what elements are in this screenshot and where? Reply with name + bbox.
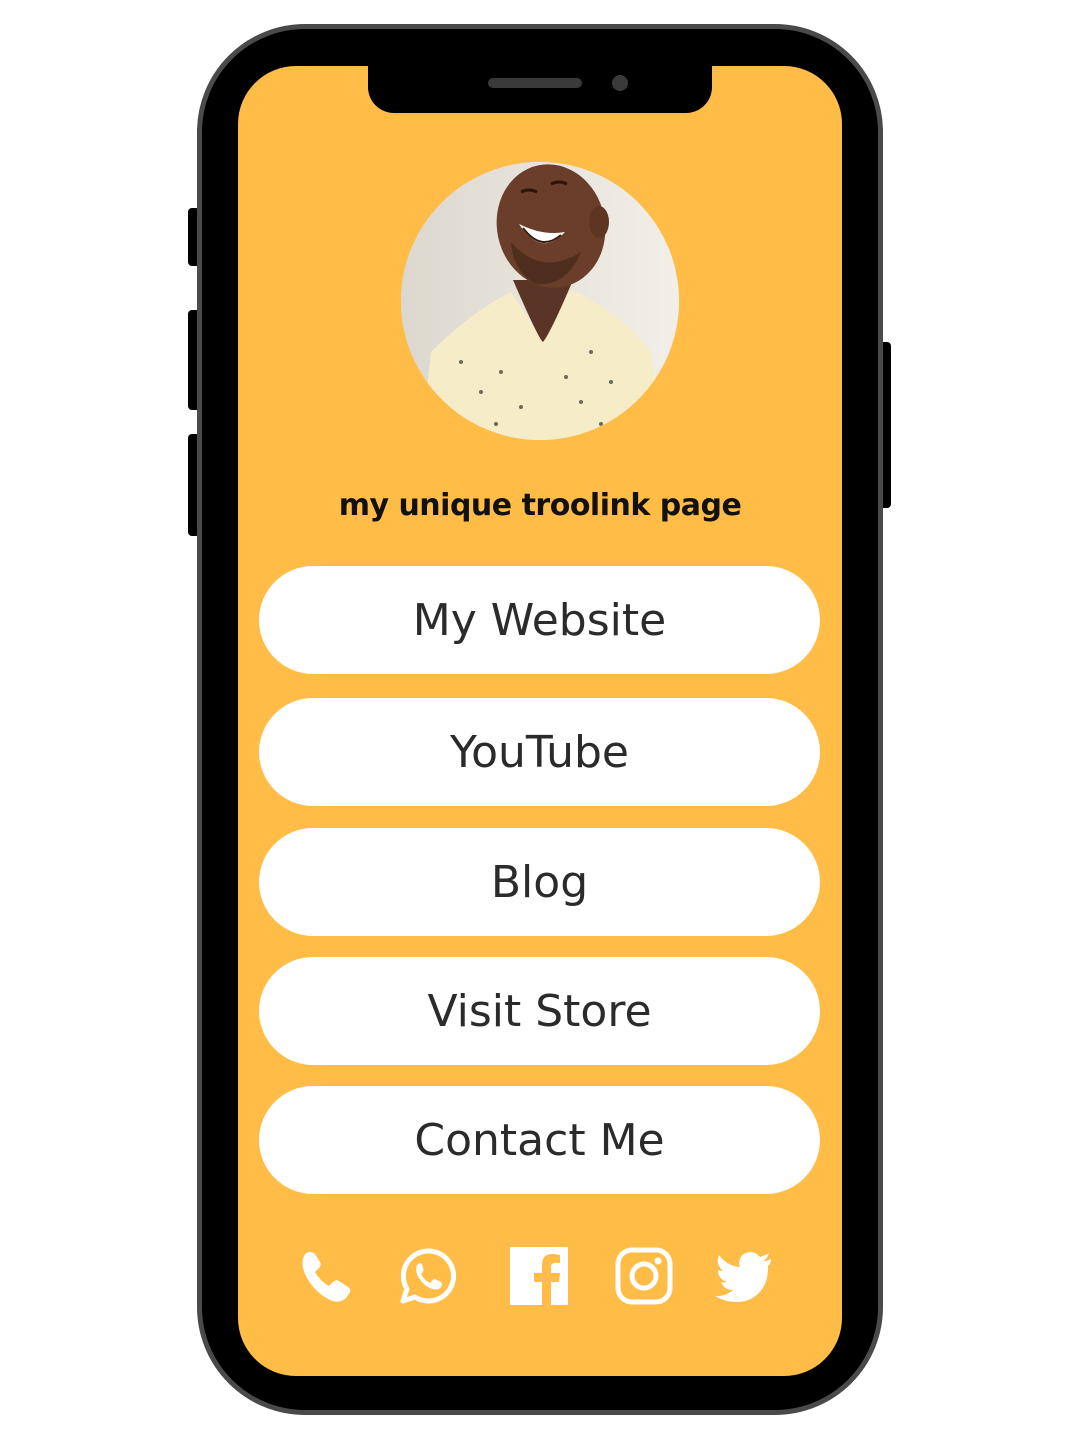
link-button-youtube[interactable]: YouTube: [259, 698, 820, 806]
link-label: Blog: [490, 856, 589, 908]
link-label: Contact Me: [414, 1114, 665, 1166]
link-button-my-website[interactable]: My Website: [259, 566, 820, 674]
link-label: YouTube: [450, 726, 629, 778]
link-label: Visit Store: [427, 985, 652, 1037]
link-label: My Website: [412, 594, 667, 646]
profile-photo: [401, 162, 679, 440]
link-button-visit-store[interactable]: Visit Store: [259, 957, 820, 1065]
phone-icon[interactable]: [296, 1246, 356, 1306]
link-button-blog[interactable]: Blog: [259, 828, 820, 936]
speaker-grille: [488, 78, 582, 88]
link-button-contact-me[interactable]: Contact Me: [259, 1086, 820, 1194]
page-title: my unique troolink page: [338, 488, 742, 523]
front-camera: [612, 75, 628, 91]
whatsapp-icon[interactable]: [398, 1246, 458, 1306]
profile-avatar[interactable]: [401, 162, 679, 440]
facebook-icon[interactable]: [509, 1246, 569, 1306]
instagram-icon[interactable]: [614, 1246, 674, 1306]
mockup-stage: my unique troolink page My Website YouTu…: [0, 0, 1079, 1439]
twitter-icon[interactable]: [715, 1246, 775, 1306]
